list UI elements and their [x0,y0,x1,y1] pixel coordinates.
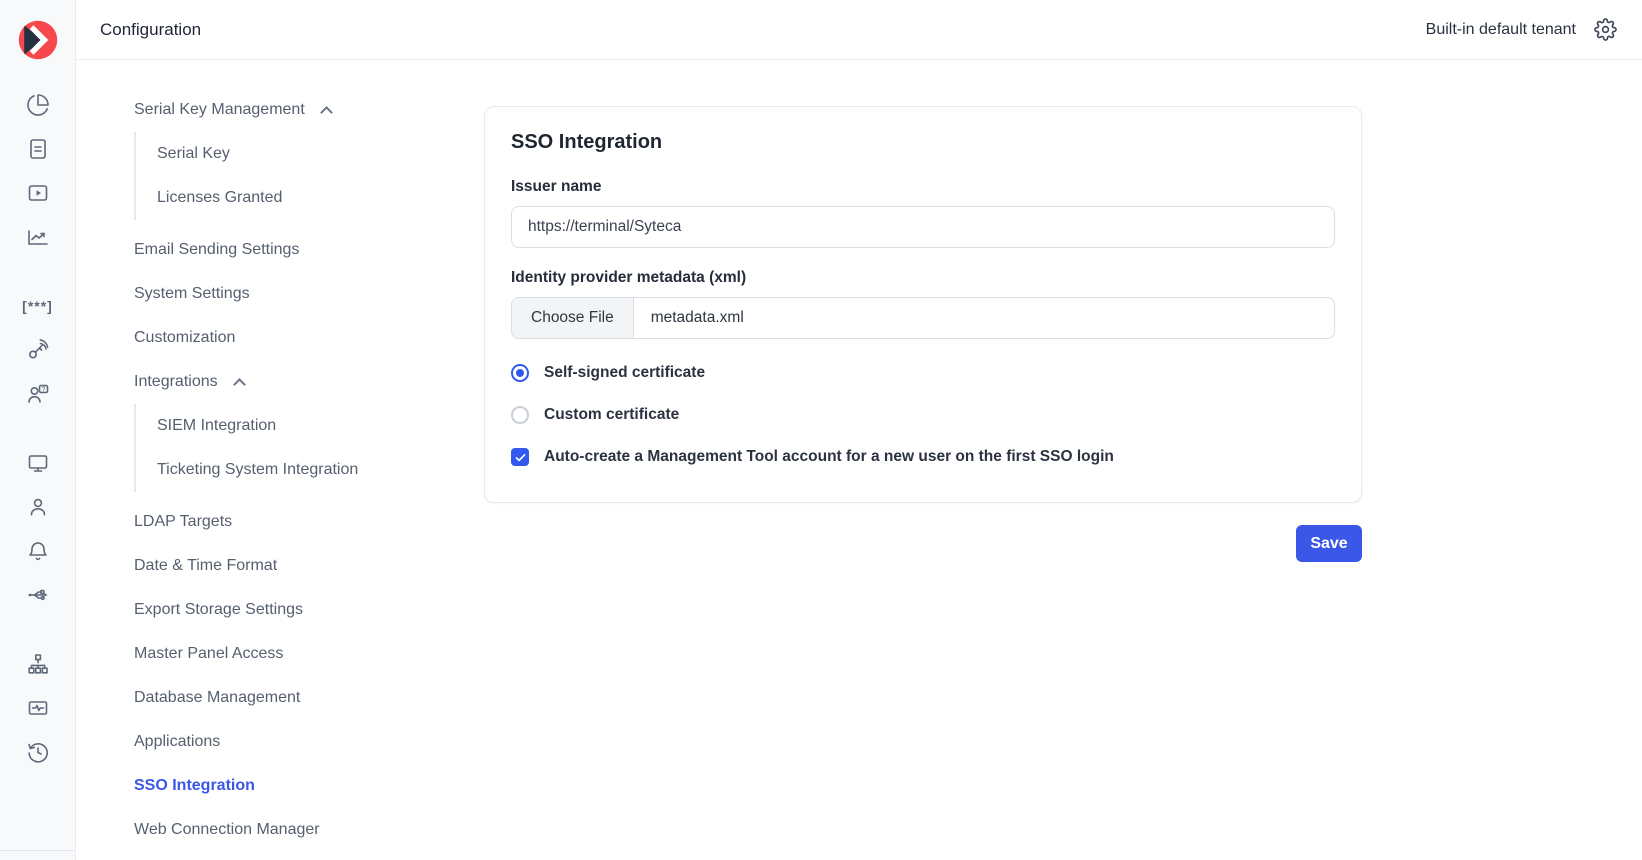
nav-item-master-panel-access[interactable]: Master Panel Access [134,632,464,676]
sitemap-icon[interactable] [16,642,60,686]
nav-item-ldap-targets[interactable]: LDAP Targets [134,500,464,544]
nav-item-web-connection-manager[interactable]: Web Connection Manager [134,808,464,852]
radio-on-icon[interactable] [511,364,529,382]
chevron-up-icon [233,378,246,391]
user-question-icon[interactable]: ? [16,372,60,416]
nav-item-label: SSO Integration [134,777,255,795]
history-icon[interactable] [16,730,60,774]
nav-item-email-sending-settings[interactable]: Email Sending Settings [134,228,464,272]
nav-item-label: Ticketing System Integration [157,461,358,479]
remote-access-key-icon[interactable] [16,328,60,372]
nav-item-system-settings[interactable]: System Settings [134,272,464,316]
nav-item-serial-key-management[interactable]: Serial Key Management [134,88,464,132]
nav-item-database-management[interactable]: Database Management [134,676,464,720]
choose-file-button[interactable]: Choose File [512,298,634,338]
auto-create-account-checkbox[interactable]: Auto-create a Management Tool account fo… [511,436,1335,478]
nav-item-export-storage-settings[interactable]: Export Storage Settings [134,588,464,632]
pie-chart-icon[interactable] [16,83,60,127]
monitor-icon[interactable] [16,441,60,485]
rail-bottom-divider [0,850,75,851]
custom-certificate-label: Custom certificate [544,406,679,424]
bell-icon[interactable] [16,529,60,573]
chevron-up-icon [320,106,333,119]
nav-item-label: Integrations [134,373,218,391]
secrets-icon[interactable]: [***] [16,284,60,328]
nav-item-date-time-format[interactable]: Date & Time Format [134,544,464,588]
nav-item-label: System Settings [134,285,250,303]
user-icon[interactable] [16,485,60,529]
nav-item-label: Licenses Granted [157,189,282,207]
top-header: Configuration Built-in default tenant [76,0,1642,60]
checkbox-checked-icon[interactable] [511,448,529,466]
icon-rail: [***] ? [0,0,76,860]
page-title: Configuration [100,20,201,40]
nav-item-integrations[interactable]: Integrations [134,360,464,404]
nav-item-label: Database Management [134,689,300,707]
metadata-file-input[interactable]: Choose File metadata.xml [511,297,1335,339]
auto-create-account-label: Auto-create a Management Tool account fo… [544,448,1114,466]
save-button[interactable]: Save [1296,525,1362,562]
nav-item-licenses-granted[interactable]: Licenses Granted [136,176,464,220]
nav-item-sso-integration[interactable]: SSO Integration [134,764,464,808]
nav-item-label: Date & Time Format [134,557,277,575]
nav-item-siem-integration[interactable]: SIEM Integration [136,404,464,448]
radio-off-icon[interactable] [511,406,529,424]
tenant-selector[interactable]: Built-in default tenant [1426,21,1576,39]
self-signed-certificate-label: Self-signed certificate [544,364,705,382]
report-document-icon[interactable] [16,127,60,171]
nav-item-label: Customization [134,329,235,347]
nav-item-applications[interactable]: Applications [134,720,464,764]
config-nav: Serial Key Management Serial Key Licenses … [134,88,464,852]
settings-gear-icon[interactable] [1582,8,1628,52]
nav-item-label: Serial Key Management [134,101,305,119]
self-signed-certificate-radio[interactable]: Self-signed certificate [511,352,1335,394]
nav-item-label: SIEM Integration [157,417,276,435]
nav-item-label: Serial Key [157,145,230,163]
svg-text:?: ? [41,386,45,393]
nav-item-label: Applications [134,733,220,751]
usb-icon[interactable] [16,573,60,617]
issuer-name-input[interactable] [511,206,1335,248]
nav-item-serial-key[interactable]: Serial Key [136,132,464,176]
issuer-name-label: Issuer name [511,178,1335,196]
nav-item-label: Master Panel Access [134,645,283,663]
nav-item-label: Export Storage Settings [134,601,303,619]
nav-item-label: Email Sending Settings [134,241,299,259]
health-monitor-icon[interactable] [16,686,60,730]
nav-item-label: LDAP Targets [134,513,232,531]
syteca-logo[interactable] [16,18,60,62]
selected-file-name: metadata.xml [634,309,744,327]
line-chart-icon[interactable] [16,215,60,259]
video-records-icon[interactable] [16,171,60,215]
sso-integration-card: SSO Integration Issuer name Identity pro… [484,106,1362,503]
nav-item-ticketing-system-integration[interactable]: Ticketing System Integration [136,448,464,492]
card-title: SSO Integration [511,131,1335,154]
nav-item-customization[interactable]: Customization [134,316,464,360]
custom-certificate-radio[interactable]: Custom certificate [511,394,1335,436]
nav-item-label: Web Connection Manager [134,821,320,839]
idp-metadata-label: Identity provider metadata (xml) [511,269,1335,287]
